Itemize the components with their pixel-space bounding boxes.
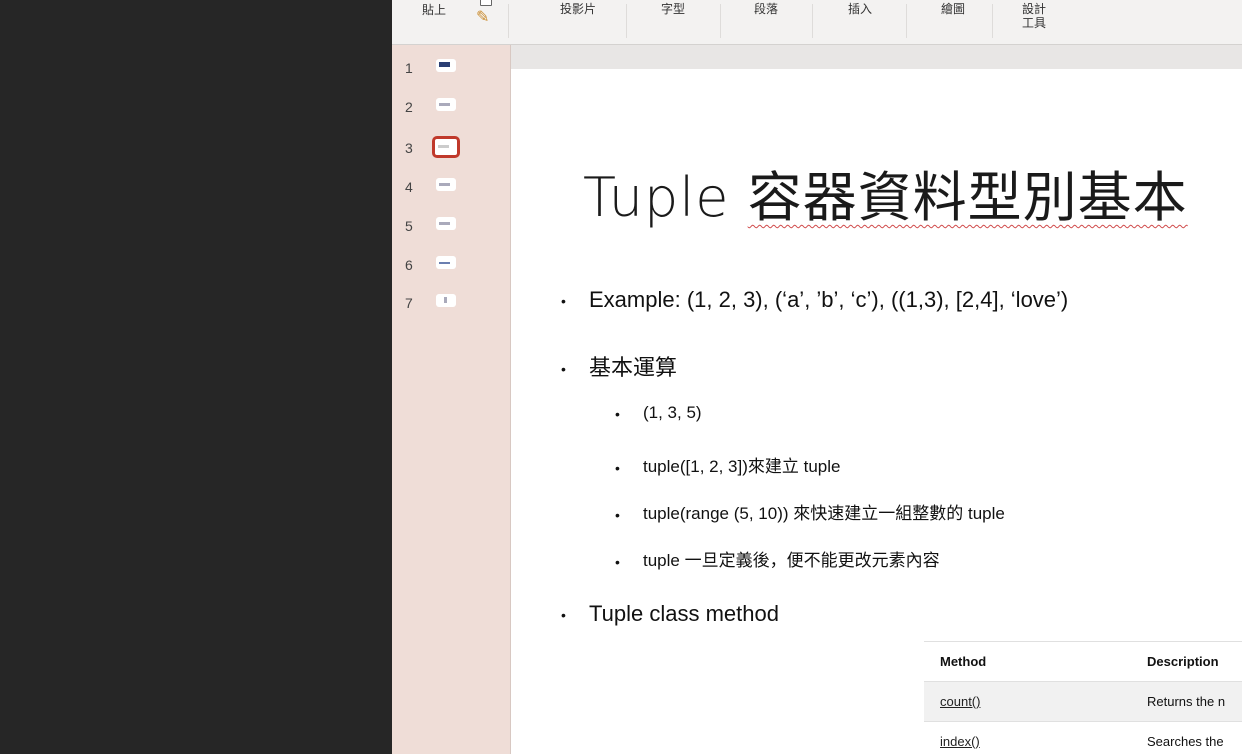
bullet-text: Tuple class method bbox=[589, 601, 779, 626]
bullet-level1[interactable]: • Tuple class method bbox=[561, 601, 779, 627]
bullet-text: (1, 3, 5) bbox=[643, 403, 702, 422]
table-header-row: Method Description bbox=[924, 641, 1242, 682]
slide-thumbnail[interactable] bbox=[436, 98, 456, 111]
bullet-text: 基本運算 bbox=[589, 355, 678, 380]
bullet-dot-icon: • bbox=[561, 361, 566, 378]
presentation-app: 貼上 ✎ 投影片 字型 段落 插入 繪圖 設計 工具 1 2 3 4 5 6 7… bbox=[392, 0, 1242, 754]
table-cell: Searches the bbox=[1147, 734, 1224, 749]
slide-thumbnail[interactable] bbox=[436, 294, 456, 307]
slide-thumbnail[interactable] bbox=[436, 178, 456, 191]
ribbon-divider bbox=[992, 4, 993, 38]
bullet-dot-icon: • bbox=[615, 459, 620, 476]
bullet-level1[interactable]: • Example: (1, 2, 3), (‘a’, ’b’, ‘c’), ((… bbox=[561, 287, 1068, 313]
thumbnail-slide-6[interactable]: 6 bbox=[392, 252, 510, 278]
paragraph-group-button[interactable]: 段落 bbox=[751, 2, 781, 16]
bullet-level2[interactable]: • (1, 3, 5) bbox=[615, 403, 702, 423]
slide-number: 7 bbox=[405, 295, 413, 311]
thumbnail-slide-7[interactable]: 7 bbox=[392, 290, 510, 316]
ribbon-divider bbox=[626, 4, 627, 38]
bullet-level2[interactable]: • tuple 一旦定義後，便不能更改元素內容 bbox=[615, 546, 940, 571]
bullet-text: Example: (1, 2, 3), (‘a’, ’b’, ‘c’), ((1… bbox=[589, 287, 1069, 312]
ribbon-divider bbox=[508, 4, 509, 38]
slide-editing-area: Tuple 容器資料型別基本 • Example: (1, 2, 3), (‘a’… bbox=[511, 45, 1242, 754]
slide-number: 4 bbox=[405, 179, 413, 195]
design-tools-button[interactable]: 設計 工具 bbox=[1022, 2, 1052, 30]
slide-number: 3 bbox=[405, 140, 413, 156]
bullet-text: tuple 一旦定義後，便不能更改元素內容 bbox=[643, 551, 940, 570]
bullet-dot-icon: • bbox=[615, 553, 620, 570]
table-row: index() Searches the bbox=[924, 721, 1242, 754]
table-header-cell: Description bbox=[1147, 654, 1219, 669]
method-link[interactable]: index() bbox=[940, 734, 980, 749]
slide-thumbnail[interactable] bbox=[436, 59, 456, 72]
dark-background bbox=[0, 0, 392, 754]
title-cjk-text: 容器資料型別基本 bbox=[747, 166, 1188, 229]
format-painter-icon[interactable]: ✎ bbox=[476, 10, 489, 26]
thumbnail-slide-5[interactable]: 5 bbox=[392, 213, 510, 239]
insert-group-button[interactable]: 插入 bbox=[845, 2, 875, 16]
ribbon-divider bbox=[906, 4, 907, 38]
bullet-text: tuple(range (5, 10)) 來快速建立一組整數的 tuple bbox=[643, 504, 1005, 523]
ribbon-divider bbox=[812, 4, 813, 38]
table-row: count() Returns the n bbox=[924, 681, 1242, 722]
slide-number: 5 bbox=[405, 218, 413, 234]
font-group-button[interactable]: 字型 bbox=[658, 2, 688, 16]
title-latin-text: Tuple bbox=[583, 166, 730, 229]
bullet-dot-icon: • bbox=[615, 506, 620, 523]
bullet-dot-icon: • bbox=[561, 607, 566, 624]
current-slide[interactable]: Tuple 容器資料型別基本 • Example: (1, 2, 3), (‘a’… bbox=[511, 69, 1242, 754]
selected-slide-thumbnail[interactable] bbox=[432, 136, 460, 158]
draw-group-button[interactable]: 繪圖 bbox=[938, 2, 968, 16]
table-header-cell: Method bbox=[940, 654, 987, 669]
thumbnail-slide-2[interactable]: 2 bbox=[392, 94, 510, 120]
ribbon-toolbar: 貼上 ✎ 投影片 字型 段落 插入 繪圖 設計 工具 bbox=[392, 0, 1242, 45]
slide-number: 1 bbox=[405, 60, 413, 76]
slide-number: 6 bbox=[405, 257, 413, 273]
ribbon-divider bbox=[720, 4, 721, 38]
method-link[interactable]: count() bbox=[940, 694, 980, 709]
slide-thumbnail[interactable] bbox=[436, 217, 456, 230]
bullet-level1[interactable]: • 基本運算 bbox=[561, 350, 677, 382]
slide-thumbnail[interactable] bbox=[436, 256, 456, 269]
slide-thumbnail-panel: 1 2 3 4 5 6 7 bbox=[392, 45, 511, 754]
method-table[interactable]: Method Description count() Returns the n… bbox=[924, 641, 1242, 754]
slide-number: 2 bbox=[405, 99, 413, 115]
bullet-dot-icon: • bbox=[615, 405, 620, 422]
clipboard-icon[interactable] bbox=[480, 0, 492, 6]
table-cell: Returns the n bbox=[1147, 694, 1226, 709]
bullet-dot-icon: • bbox=[561, 293, 566, 310]
thumbnail-slide-3[interactable]: 3 bbox=[392, 135, 510, 161]
thumbnail-slide-1[interactable]: 1 bbox=[392, 55, 510, 81]
bullet-level2[interactable]: • tuple([1, 2, 3])來建立 tuple bbox=[615, 452, 840, 477]
bullet-level2[interactable]: • tuple(range (5, 10)) 來快速建立一組整數的 tuple bbox=[615, 499, 1005, 524]
slide-title[interactable]: Tuple 容器資料型別基本 bbox=[583, 153, 1188, 232]
bullet-text: tuple([1, 2, 3])來建立 tuple bbox=[643, 457, 841, 476]
paste-button[interactable]: 貼上 bbox=[422, 3, 446, 17]
thumbnail-slide-4[interactable]: 4 bbox=[392, 174, 510, 200]
slides-group-button[interactable]: 投影片 bbox=[556, 2, 600, 16]
